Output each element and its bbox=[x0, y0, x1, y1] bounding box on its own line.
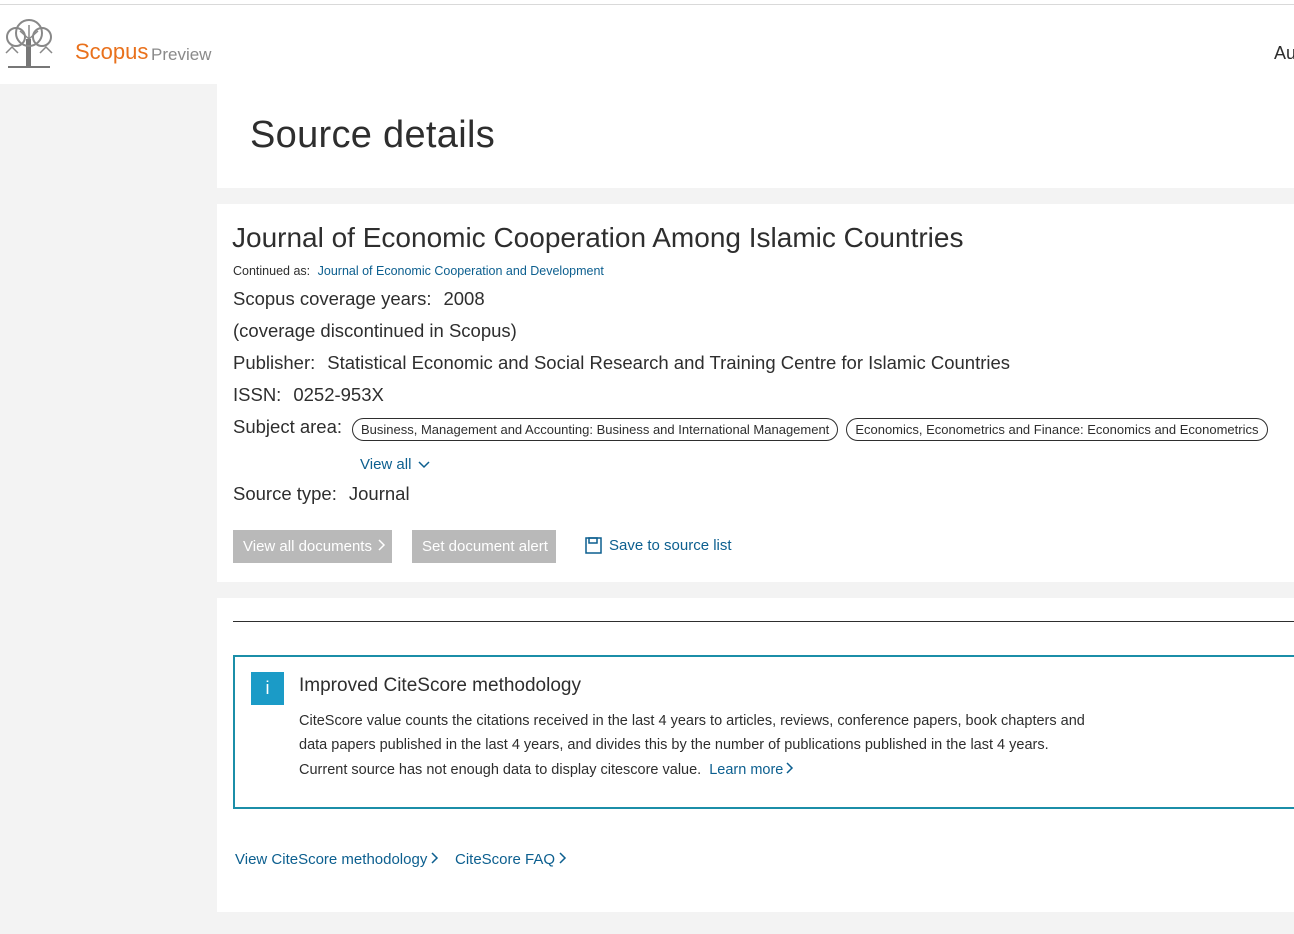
citescore-info-box: i Improved CiteScore methodology CiteSco… bbox=[233, 655, 1294, 809]
divider bbox=[233, 621, 1294, 622]
citescore-info-title: Improved CiteScore methodology bbox=[299, 675, 581, 696]
source-type-row: Source type: Journal bbox=[233, 483, 410, 505]
chevron-right-icon bbox=[378, 539, 386, 551]
coverage-row: Scopus coverage years: 2008 bbox=[233, 288, 485, 310]
view-all-label: View all bbox=[360, 456, 412, 473]
publisher-label: Publisher: bbox=[233, 352, 316, 373]
subject-chip[interactable]: Business, Management and Accounting: Bus… bbox=[352, 418, 839, 441]
continued-journal-link[interactable]: Journal of Economic Cooperation and Deve… bbox=[318, 264, 604, 278]
view-all-subjects-link[interactable]: View all bbox=[360, 456, 430, 473]
chevron-right-icon bbox=[786, 762, 794, 774]
save-to-source-list-link[interactable]: Save to source list bbox=[585, 537, 732, 554]
source-type-value: Journal bbox=[348, 483, 410, 504]
left-sidebar bbox=[0, 84, 217, 934]
info-icon: i bbox=[251, 672, 284, 705]
page-title: Source details bbox=[250, 114, 496, 156]
chevron-right-icon bbox=[431, 852, 439, 864]
set-document-alert-button[interactable]: Set document alert bbox=[412, 530, 556, 563]
methodology-label: View CiteScore methodology bbox=[235, 851, 428, 868]
continued-label: Continued as: bbox=[233, 264, 311, 278]
preview-label: Preview bbox=[151, 45, 212, 64]
subject-chips: Business, Management and Accounting: Bus… bbox=[352, 418, 1268, 441]
issn-row: ISSN: 0252-953X bbox=[233, 384, 384, 406]
nav-author-search-link[interactable]: Au bbox=[1274, 43, 1294, 64]
view-citescore-methodology-link[interactable]: View CiteScore methodology bbox=[235, 851, 439, 868]
issn-label: ISSN: bbox=[233, 384, 282, 405]
citescore-card: i Improved CiteScore methodology CiteSco… bbox=[217, 598, 1294, 912]
continued-as: Continued as: Journal of Economic Cooper… bbox=[233, 264, 604, 278]
citescore-note: Current source has not enough data to di… bbox=[299, 762, 794, 778]
view-all-documents-button[interactable]: View all documents bbox=[233, 530, 392, 563]
coverage-label: Scopus coverage years: bbox=[233, 288, 432, 309]
elsevier-tree-logo[interactable] bbox=[0, 17, 58, 71]
subject-chip[interactable]: Economics, Econometrics and Finance: Eco… bbox=[846, 418, 1268, 441]
journal-title: Journal of Economic Cooperation Among Is… bbox=[232, 222, 964, 253]
site-header: Scopus Preview Au bbox=[0, 5, 1294, 84]
subject-label: Subject area: bbox=[233, 416, 343, 437]
learn-more-label: Learn more bbox=[709, 762, 784, 778]
source-type-label: Source type: bbox=[233, 483, 337, 504]
chevron-right-icon bbox=[559, 852, 567, 864]
scopus-brand[interactable]: Scopus bbox=[75, 39, 148, 65]
save-icon bbox=[585, 537, 602, 554]
issn-value: 0252-953X bbox=[293, 384, 384, 405]
coverage-value: 2008 bbox=[443, 288, 485, 309]
faq-label: CiteScore FAQ bbox=[455, 851, 556, 868]
view-all-documents-label: View all documents bbox=[243, 538, 372, 555]
save-label: Save to source list bbox=[609, 537, 732, 554]
chevron-down-icon bbox=[418, 461, 430, 469]
publisher-row: Publisher: Statistical Economic and Socia… bbox=[233, 352, 1010, 374]
citescore-info-text: CiteScore value counts the citations rec… bbox=[299, 713, 1085, 753]
coverage-note: (coverage discontinued in Scopus) bbox=[233, 320, 517, 341]
source-details-card: Journal of Economic Cooperation Among Is… bbox=[217, 204, 1294, 582]
citescore-note-text: Current source has not enough data to di… bbox=[299, 762, 702, 778]
title-card: Source details bbox=[217, 84, 1294, 188]
citescore-faq-link[interactable]: CiteScore FAQ bbox=[455, 851, 567, 868]
publisher-value: Statistical Economic and Social Research… bbox=[327, 352, 1011, 373]
learn-more-link[interactable]: Learn more bbox=[709, 762, 794, 778]
